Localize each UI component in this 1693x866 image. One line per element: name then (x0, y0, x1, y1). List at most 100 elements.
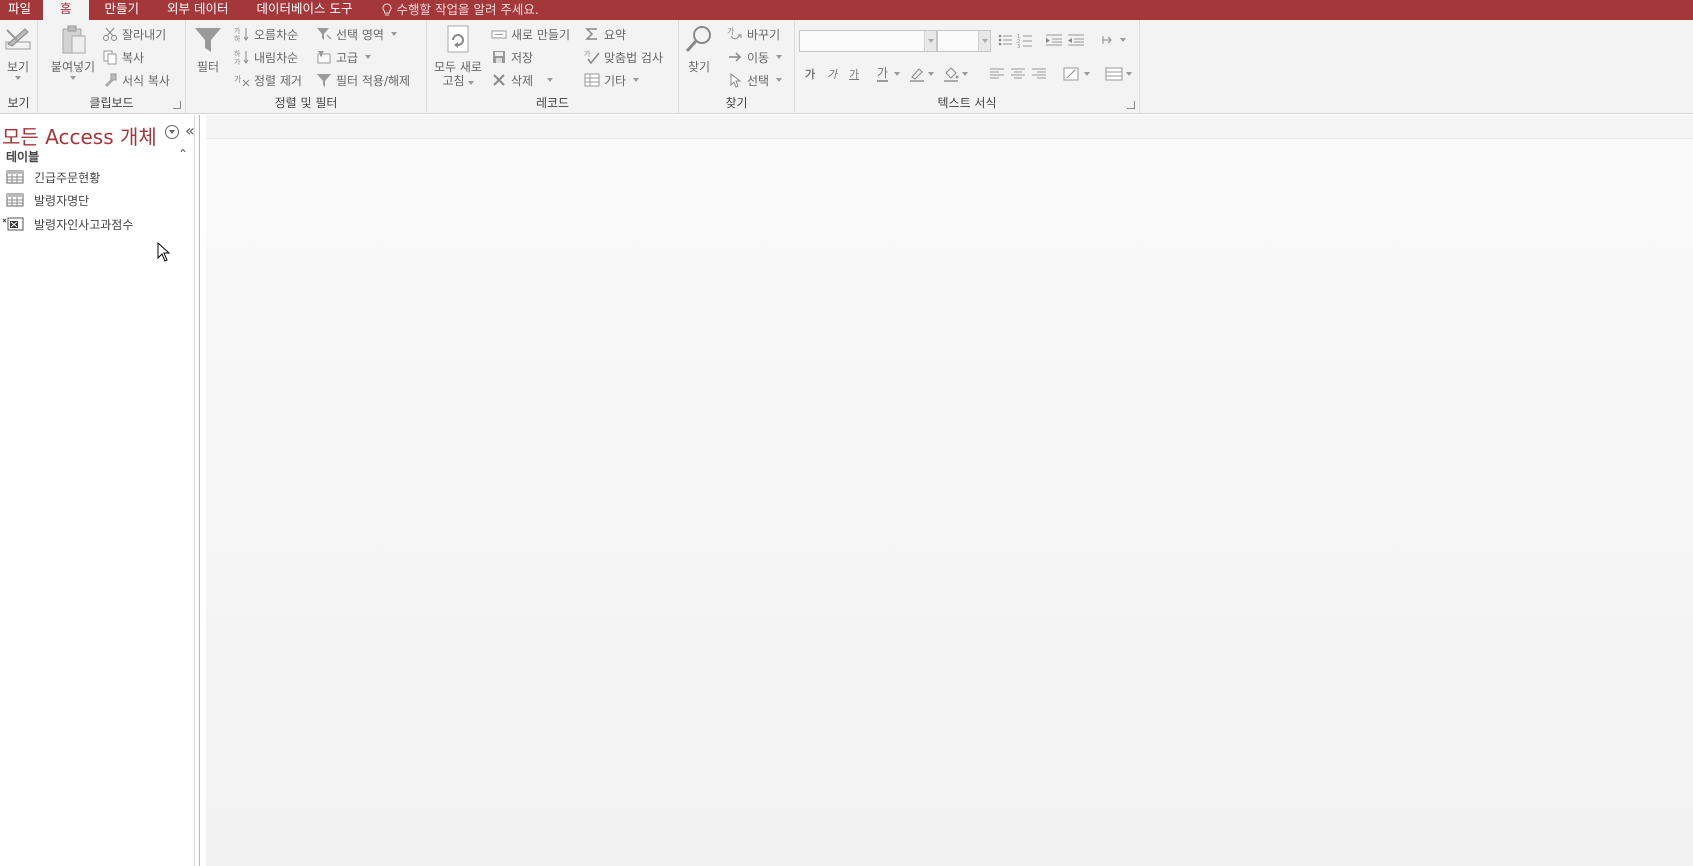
paragraph-direction-button[interactable] (1101, 30, 1126, 50)
new-record-icon (491, 30, 507, 39)
paragraph-direction-icon (1102, 36, 1112, 44)
view-button[interactable]: 보기 (2, 24, 34, 80)
align-right-icon[interactable] (1031, 66, 1047, 82)
bullets-icon[interactable] (997, 32, 1013, 48)
group-view: 보기 보기 (0, 20, 38, 114)
funnel-icon (317, 74, 331, 87)
refresh-all-button[interactable]: 모두 새로 고침 (431, 24, 485, 88)
funnel-icon (195, 28, 221, 52)
find-button[interactable]: 찾기 (683, 24, 715, 74)
advanced-filter-button[interactable]: 고급 (316, 47, 372, 67)
chevron-down-icon (547, 78, 554, 82)
navigation-menu-icon[interactable] (165, 125, 179, 139)
group-header-tables[interactable]: 테이블 (6, 148, 39, 165)
spelling-check-icon: 가 (584, 49, 600, 65)
gridlines-button[interactable] (1105, 64, 1132, 84)
svg-text:가: 가 (234, 26, 241, 35)
select-button[interactable]: 선택 (727, 70, 783, 90)
svg-text:3: 3 (1017, 44, 1020, 48)
document-workspace (206, 115, 1693, 866)
group-label-text-formatting: 텍스트 서식 (937, 96, 997, 110)
chevron-down-icon[interactable] (924, 31, 936, 51)
grid-fill-icon (1063, 67, 1079, 81)
tab-database-tools[interactable]: 데이터베이스 도구 (243, 0, 367, 20)
tell-me-text: 수행할 작업을 알려 주세요. (396, 2, 539, 17)
decrease-indent-icon[interactable] (1067, 32, 1085, 48)
highlighter-icon (910, 68, 924, 82)
nav-item-table[interactable]: 긴급주문현황 (6, 167, 100, 187)
numbering-icon[interactable]: 123 (1017, 32, 1033, 48)
format-painter-button[interactable]: 서식 복사 (102, 70, 170, 90)
refresh-icon (447, 25, 469, 53)
font-color-button[interactable]: 가 (877, 64, 901, 84)
filter-button[interactable]: 필터 (192, 24, 224, 74)
spelling-button[interactable]: 가 맞춤법 검사 (584, 47, 663, 67)
more-button[interactable]: 기타 (584, 70, 640, 90)
sort-descending-button[interactable]: 하가 내림차순 (234, 47, 298, 67)
background-color-button[interactable] (1063, 64, 1090, 84)
remove-sort-button[interactable]: 가 정렬 제거 (234, 70, 302, 90)
fill-color-button[interactable] (943, 64, 968, 84)
toggle-filter-button[interactable]: 필터 적용/해제 (316, 70, 410, 90)
underline-button[interactable]: 가 (849, 64, 859, 84)
text-formatting-dialog-launcher[interactable] (1127, 101, 1135, 109)
copy-icon (103, 50, 117, 65)
navigation-pane-title[interactable]: 모든 Access 개체 (2, 121, 157, 150)
chevron-down-icon (1120, 38, 1126, 42)
access-window: 파일 홈 만들기 외부 데이터 데이터베이스 도구 수행할 작업을 알려 주세요… (0, 0, 1693, 866)
tab-file[interactable]: 파일 (0, 0, 41, 20)
svg-text:가: 가 (234, 75, 242, 84)
chevron-down-icon[interactable] (978, 31, 990, 51)
clipboard-dialog-launcher[interactable] (173, 101, 181, 109)
group-collapse-icon[interactable]: ⌃ (178, 147, 188, 161)
tab-home[interactable]: 홈 (43, 0, 89, 20)
chevron-down-icon (15, 76, 21, 80)
chevron-down-icon (467, 81, 474, 85)
svg-text:하: 하 (234, 34, 241, 42)
document-tab-strip (206, 115, 1693, 139)
font-name-dropdown[interactable] (799, 30, 937, 52)
selection-filter-button[interactable]: 선택 영역 (316, 24, 397, 44)
svg-text:가: 가 (727, 27, 735, 36)
scissors-icon (103, 27, 117, 41)
grid-table-icon (584, 73, 600, 87)
nav-item-linked-table[interactable]: 발령자인사고과점수 (2, 214, 133, 234)
cut-button[interactable]: 잘라내기 (102, 24, 166, 44)
save-record-button[interactable]: 저장 (491, 47, 533, 67)
font-size-dropdown[interactable] (937, 30, 991, 52)
chevron-down-icon (365, 55, 372, 59)
sigma-icon (585, 28, 597, 40)
save-icon (493, 51, 505, 63)
replace-button[interactable]: 가 바꾸기 (727, 24, 780, 44)
chevron-down-icon (1084, 72, 1090, 76)
nav-item-table[interactable]: 발령자명단 (6, 190, 89, 210)
indent-buttons (1045, 30, 1085, 50)
bold-button[interactable]: 가 (805, 64, 815, 84)
paste-button[interactable]: 붙여넣기 (48, 24, 98, 80)
selection-filter-icon (317, 28, 332, 40)
totals-button[interactable]: 요약 (584, 24, 626, 44)
group-sort-filter: 필터 가하 오름차순 하가 내림차순 가 정렬 제거 선택 영역 고급 필터 적… (186, 20, 427, 114)
sort-ascending-button[interactable]: 가하 오름차순 (234, 24, 298, 44)
group-label-find: 찾기 (725, 96, 748, 110)
clipboard-icon (62, 25, 86, 54)
align-center-icon[interactable] (1010, 66, 1026, 82)
tab-create[interactable]: 만들기 (91, 0, 154, 20)
replace-icon: 가 (727, 27, 742, 40)
paint-bucket-icon (944, 67, 959, 82)
tell-me-box[interactable]: 수행할 작업을 알려 주세요. (367, 0, 539, 20)
delete-record-button[interactable]: 삭제 (491, 70, 554, 90)
lightbulb-icon (382, 3, 391, 16)
shutter-bar-collapse-icon[interactable]: « (185, 121, 195, 140)
group-label-records: 레코드 (535, 96, 570, 110)
new-record-button[interactable]: 새로 만들기 (491, 24, 570, 44)
svg-text:하: 하 (234, 49, 241, 58)
tab-external-data[interactable]: 외부 데이터 (153, 0, 242, 20)
highlight-button[interactable] (909, 64, 934, 84)
increase-indent-icon[interactable] (1045, 32, 1063, 48)
copy-button[interactable]: 복사 (102, 47, 144, 67)
align-left-icon[interactable] (989, 66, 1005, 82)
italic-button[interactable]: 가 (827, 64, 837, 84)
goto-button[interactable]: 이동 (727, 47, 783, 67)
arrow-right-icon (729, 52, 742, 62)
